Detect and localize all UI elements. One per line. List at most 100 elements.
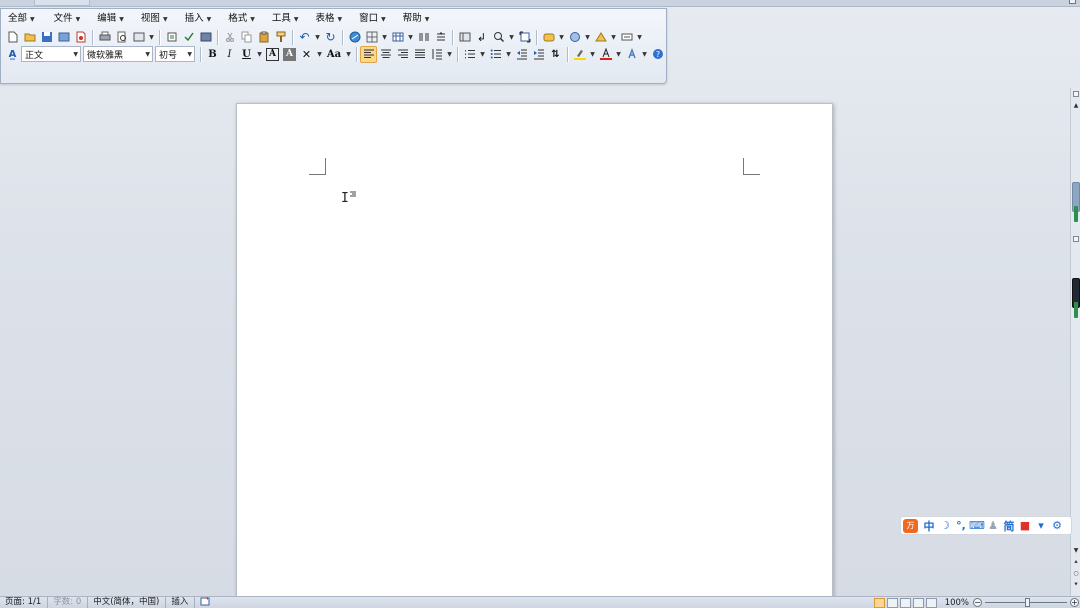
status-page[interactable]: 页面: 1/1 <box>0 597 49 608</box>
undo-dropdown[interactable]: ▼ <box>313 29 322 46</box>
bullets-dropdown[interactable]: ▼ <box>504 46 513 63</box>
textbox-dropdown[interactable]: ▼ <box>635 29 644 46</box>
bold-button[interactable]: B <box>204 46 221 63</box>
char-scale-button[interactable]: ✕ <box>298 46 315 63</box>
read-mode-button[interactable] <box>130 29 147 46</box>
references-button[interactable] <box>197 29 214 46</box>
maximize-button[interactable] <box>1069 0 1076 4</box>
previous-page-button[interactable]: ⯅ <box>1072 558 1080 567</box>
user-icon[interactable]: ♟ <box>985 518 1001 534</box>
styles-pane-button[interactable]: A̲ <box>4 46 21 63</box>
split-handle-icon[interactable] <box>1073 236 1079 242</box>
print-preview-button[interactable] <box>113 29 130 46</box>
textbox-button[interactable] <box>618 29 635 46</box>
line-spacing-button[interactable] <box>428 46 445 63</box>
ime-logo[interactable]: 万 <box>903 518 918 533</box>
wordart-dropdown[interactable]: ▼ <box>609 29 618 46</box>
document-page[interactable]: I <box>236 103 833 603</box>
numbering-dropdown[interactable]: ▼ <box>478 46 487 63</box>
shapes-dropdown[interactable]: ▼ <box>557 29 566 46</box>
new-document-button[interactable] <box>4 29 21 46</box>
full-screen-view-button[interactable] <box>886 597 898 608</box>
skin-icon[interactable]: ▾ <box>1033 518 1049 534</box>
menu-view[interactable]: 视图 ▼ <box>136 11 174 27</box>
status-word-count[interactable]: 字数: 0 <box>48 597 89 608</box>
web-layout-view-button[interactable] <box>899 597 911 608</box>
menu-window[interactable]: 窗口 ▼ <box>354 11 392 27</box>
hyperlink-button[interactable] <box>346 29 363 46</box>
picture-dropdown[interactable]: ▼ <box>583 29 592 46</box>
keyboard-icon[interactable]: ⌨ <box>969 518 985 534</box>
text-effects-button[interactable] <box>623 46 640 63</box>
outline-view-button[interactable] <box>912 597 924 608</box>
format-painter-button[interactable] <box>272 29 289 46</box>
zoom-out-button[interactable]: − <box>973 598 982 607</box>
fit-page-button[interactable] <box>516 29 533 46</box>
menu-table[interactable]: 表格 ▼ <box>310 11 348 27</box>
char-scale-dropdown[interactable]: ▼ <box>315 46 324 63</box>
print-button[interactable] <box>96 29 113 46</box>
zoom-slider[interactable] <box>985 598 1067 607</box>
tables-borders-button[interactable] <box>363 29 380 46</box>
numbering-button[interactable] <box>461 46 478 63</box>
permission-button[interactable] <box>55 29 72 46</box>
highlight-dropdown[interactable]: ▼ <box>588 46 597 63</box>
print-layout-view-button[interactable] <box>873 597 885 608</box>
wordart-button[interactable] <box>592 29 609 46</box>
redo-button[interactable]: ↻ <box>322 29 339 46</box>
zoom-button[interactable] <box>490 29 507 46</box>
draft-view-button[interactable] <box>925 597 937 608</box>
menu-insert[interactable]: 插入 ▼ <box>180 11 218 27</box>
paste-button[interactable] <box>255 29 272 46</box>
export-pdf-button[interactable] <box>72 29 89 46</box>
menu-tools[interactable]: 工具 ▼ <box>267 11 305 27</box>
line-spacing-dropdown[interactable]: ▼ <box>445 46 454 63</box>
text-effects-dropdown[interactable]: ▼ <box>640 46 649 63</box>
borders-dropdown[interactable]: ▼ <box>380 29 389 46</box>
font-select[interactable]: 微软雅黑 ▼ <box>83 46 153 62</box>
align-left-button[interactable] <box>360 45 377 63</box>
help-button[interactable]: ? <box>649 46 666 63</box>
menu-help[interactable]: 帮助 ▼ <box>398 11 436 27</box>
status-insert-mode[interactable]: 插入 <box>166 597 196 608</box>
insert-table-button[interactable] <box>389 29 406 46</box>
next-page-button[interactable]: ⯆ <box>1072 580 1080 589</box>
scroll-up-button[interactable]: ▲ <box>1072 101 1080 110</box>
zoom-level[interactable]: 100% <box>945 598 969 608</box>
picture-button[interactable] <box>566 29 583 46</box>
undo-button[interactable]: ↶ <box>296 29 313 46</box>
menu-all[interactable]: 全部 ▼ <box>3 11 41 27</box>
insert-table-dropdown[interactable]: ▼ <box>406 29 415 46</box>
char-border-button[interactable]: A <box>266 47 279 61</box>
punctuation-icon[interactable]: °, <box>953 518 969 534</box>
settings-gear-icon[interactable]: ⚙ <box>1049 518 1065 534</box>
zoom-in-button[interactable]: + <box>1070 598 1079 607</box>
save-button[interactable] <box>38 29 55 46</box>
spelling-status-icon[interactable] <box>195 597 216 608</box>
spelling-button[interactable] <box>180 29 197 46</box>
read-mode-dropdown[interactable]: ▼ <box>147 29 156 46</box>
research-button[interactable] <box>163 29 180 46</box>
char-shading-button[interactable]: A <box>283 47 296 61</box>
zoom-dropdown[interactable]: ▼ <box>507 29 516 46</box>
sort-button[interactable]: ⇅ <box>547 46 564 63</box>
scroll-down-button[interactable]: ▼ <box>1072 546 1080 555</box>
decrease-indent-button[interactable] <box>513 46 530 63</box>
drawing-button[interactable] <box>432 29 449 46</box>
document-map-button[interactable] <box>456 29 473 46</box>
change-case-dropdown[interactable]: ▼ <box>344 46 353 63</box>
menu-edit[interactable]: 编辑 ▼ <box>92 11 130 27</box>
menu-format[interactable]: 格式 ▼ <box>223 11 261 27</box>
style-select[interactable]: 正文 ▼ <box>21 46 81 62</box>
highlight-button[interactable] <box>571 46 588 63</box>
align-center-button[interactable] <box>377 46 394 63</box>
align-right-button[interactable] <box>394 46 411 63</box>
underline-button[interactable]: U <box>238 46 255 63</box>
browse-object-button[interactable]: ○ <box>1072 569 1080 578</box>
show-hide-button[interactable]: ↲ <box>473 29 490 46</box>
change-case-button[interactable]: Aa <box>324 46 344 63</box>
ime-language-mode[interactable]: 中 <box>921 518 937 534</box>
underline-dropdown[interactable]: ▼ <box>255 46 264 63</box>
ruler-toggle-icon[interactable] <box>1073 91 1079 97</box>
cut-button[interactable] <box>221 29 238 46</box>
